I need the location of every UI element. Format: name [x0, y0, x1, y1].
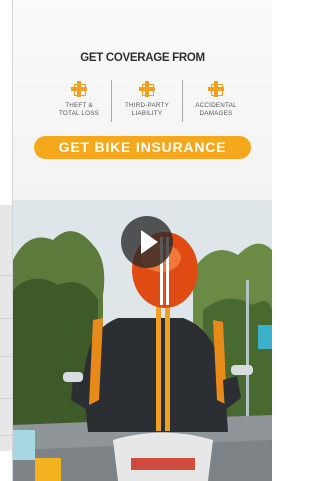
play-icon [141, 230, 158, 254]
background-panel [0, 205, 12, 451]
feature-label-line1: THIRD-PARTY [125, 102, 169, 109]
divider [111, 80, 112, 122]
divider [0, 318, 12, 319]
feature-label-line2: TOTAL LOSS [58, 110, 100, 117]
divider [0, 356, 12, 357]
ad-header: GET COVERAGE FROM THEFT & TOTAL LOSS THI… [13, 0, 272, 200]
ad-headline: GET COVERAGE FROM [80, 52, 205, 64]
feature-label-line1: THEFT & [65, 102, 93, 109]
play-button[interactable] [121, 216, 173, 268]
feature-label-line1: ACCIDENTAL [195, 102, 237, 109]
insurance-video-ad[interactable]: GET COVERAGE FROM THEFT & TOTAL LOSS THI… [13, 0, 272, 481]
feature-accidental: ACCIDENTAL DAMAGES [183, 81, 249, 118]
feature-label-line2: LIABILITY [131, 110, 163, 117]
plus-cross-icon [208, 81, 224, 97]
screen: GET COVERAGE FROM THEFT & TOTAL LOSS THI… [0, 0, 272, 481]
plus-cross-icon [71, 81, 87, 97]
feature-label-line2: DAMAGES [199, 110, 233, 117]
divider [0, 275, 12, 276]
left-page-edge [0, 0, 13, 481]
feature-third-party: THIRD-PARTY LIABILITY [114, 81, 180, 118]
get-bike-insurance-button[interactable]: GET BIKE INSURANCE [34, 136, 251, 159]
feature-theft: THEFT & TOTAL LOSS [46, 81, 112, 118]
plus-cross-icon [139, 81, 155, 97]
divider [0, 435, 12, 436]
divider [0, 398, 12, 399]
